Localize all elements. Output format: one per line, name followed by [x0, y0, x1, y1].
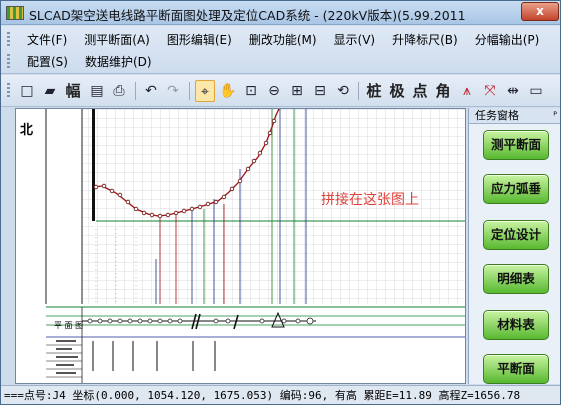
ruler-icon[interactable]: ▭	[526, 80, 546, 102]
task-survey-button[interactable]: 测平断面	[483, 130, 549, 160]
span-icon[interactable]: ⤧	[480, 80, 500, 102]
menu-data-maintenance[interactable]: 数据维护(D)	[79, 52, 158, 72]
profile-drawing	[45, 109, 465, 383]
task-sag-button[interactable]: 应力弧垂	[483, 174, 549, 204]
annotation-text: 拼接在这张图上	[321, 192, 419, 208]
menu-grip-icon[interactable]	[7, 32, 10, 48]
point-tool-button[interactable]: 点	[410, 80, 430, 102]
menu-grip-icon-2[interactable]	[7, 54, 10, 70]
menu-file[interactable]: 文件(F)	[21, 30, 73, 50]
north-label: 北	[20, 123, 34, 138]
toolbar-separator	[189, 82, 190, 100]
undo-icon[interactable]: ↶	[141, 80, 161, 102]
zoom-window-icon[interactable]: ⊡	[241, 80, 261, 102]
new-file-icon[interactable]: □	[17, 80, 37, 102]
print-preview-icon[interactable]: ▤	[87, 80, 107, 102]
menu-output[interactable]: 分幅输出(P)	[469, 30, 546, 50]
print-icon[interactable]: ⎙	[109, 80, 129, 102]
frame-tool-button[interactable]: 幅	[63, 80, 83, 102]
pin-icon[interactable]: ᴾ	[553, 109, 557, 124]
angle-tool-button[interactable]: 角	[433, 80, 453, 102]
tower-icon[interactable]: ⩚	[457, 80, 477, 102]
menu-row-1: 文件(F) 测平断面(A) 图形编辑(E) 删改功能(M) 显示(V) 升降标尺…	[21, 30, 550, 50]
left-dock-strip	[1, 108, 15, 384]
select-crosshair-icon[interactable]: ⌖	[195, 80, 215, 102]
title-bar[interactable]: SLCAD架空送电线路平断面图处理及定位CAD系统 - (220kV版本)(5.…	[1, 1, 560, 25]
status-bar: ===点号:J4 坐标(0.000, 1054.120, 1675.053) 编…	[1, 385, 560, 404]
task-plan-section-button[interactable]: 平断面	[483, 354, 549, 384]
window-title: SLCAD架空送电线路平断面图处理及定位CAD系统 - (220kV版本)(5.…	[29, 8, 466, 23]
zoom-all-icon[interactable]: ⊟	[310, 80, 330, 102]
zoom-extents-icon[interactable]: ⊞	[287, 80, 307, 102]
close-button[interactable]: x	[521, 2, 559, 21]
elevation-scale-bar	[92, 109, 95, 221]
task-positioning-button[interactable]: 定位设计	[483, 220, 549, 250]
menu-config[interactable]: 配置(S)	[21, 52, 74, 72]
pole-tool-button[interactable]: 极	[387, 80, 407, 102]
stake-tool-button[interactable]: 桩	[364, 80, 384, 102]
pan-hand-icon[interactable]: ✋	[218, 80, 238, 102]
task-detail-table-button[interactable]: 明细表	[483, 264, 549, 294]
application-window: SLCAD架空送电线路平断面图处理及定位CAD系统 - (220kV版本)(5.…	[0, 0, 561, 405]
task-pane: 任务窗格 ᴾ 测平断面 应力弧垂 定位设计 明细表 材料表 平断面	[468, 108, 560, 384]
toolbar-grip-icon[interactable]	[7, 83, 10, 99]
menu-row-2: 配置(S) 数据维护(D)	[21, 52, 163, 72]
redraw-icon[interactable]: ⟲	[333, 80, 353, 102]
task-pane-header: 任务窗格 ᴾ	[469, 108, 560, 124]
menu-modify[interactable]: 删改功能(M)	[243, 30, 323, 50]
plan-view-label: 平 面 图	[54, 321, 84, 330]
menu-scale[interactable]: 升降标尺(B)	[386, 30, 464, 50]
measure-icon[interactable]: ⇹	[503, 80, 523, 102]
redo-icon[interactable]: ↷	[163, 80, 183, 102]
menu-view[interactable]: 显示(V)	[328, 30, 382, 50]
toolbar-separator	[135, 82, 136, 100]
open-folder-icon[interactable]: ▰	[40, 80, 60, 102]
task-material-table-button[interactable]: 材料表	[483, 310, 549, 340]
app-icon	[6, 6, 24, 20]
menu-edit[interactable]: 图形编辑(E)	[161, 30, 238, 50]
toolbar-separator	[358, 82, 359, 100]
drawing-canvas[interactable]: 北 平 面 图 拼接在这张图上	[15, 108, 466, 384]
menu-survey[interactable]: 测平断面(A)	[78, 30, 156, 50]
toolbar: □ ▰ 幅 ▤ ⎙ ↶ ↷ ⌖ ✋ ⊡ ⊖ ⊞ ⊟ ⟲ 桩 极 点 角 ⩚ ⤧ …	[1, 75, 560, 107]
task-pane-title: 任务窗格	[475, 109, 519, 122]
menu-bar: 文件(F) 测平断面(A) 图形编辑(E) 删改功能(M) 显示(V) 升降标尺…	[1, 26, 560, 74]
zoom-out-icon[interactable]: ⊖	[264, 80, 284, 102]
